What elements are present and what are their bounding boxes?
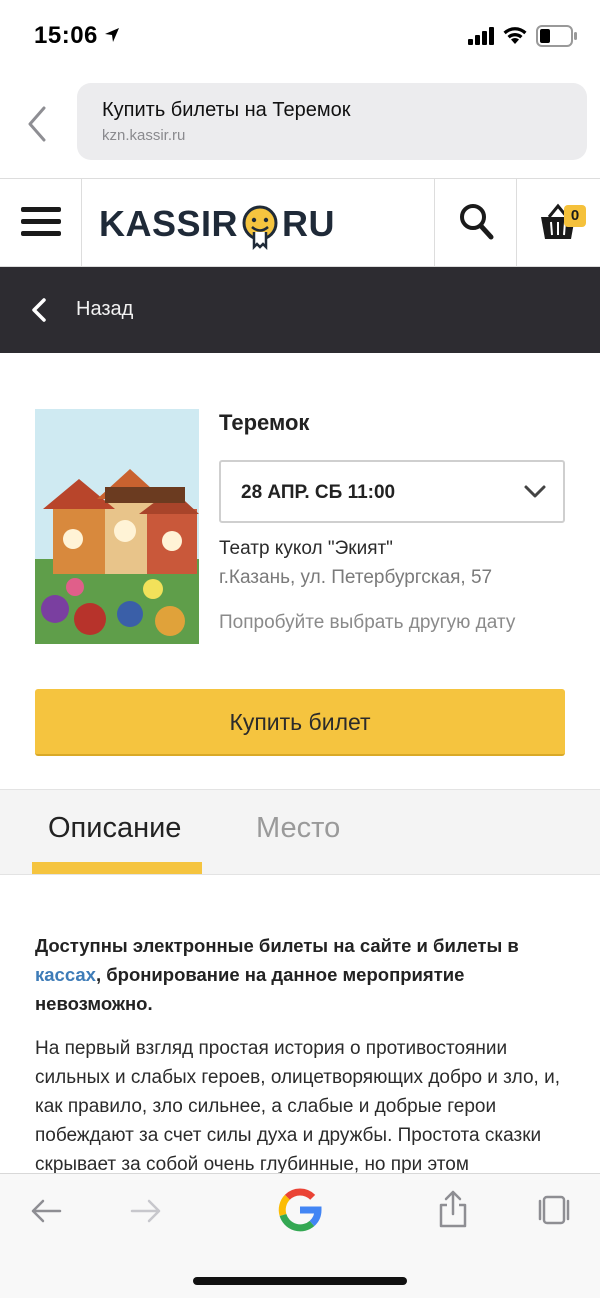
event-description: На первый взгляд простая история о проти… — [35, 1038, 560, 1175]
cart-button[interactable] — [516, 179, 600, 266]
notice-text-1: Доступны электронные билеты на сайте и б… — [35, 935, 519, 956]
browser-back-chevron-icon[interactable] — [24, 104, 54, 144]
wifi-icon — [503, 27, 527, 44]
back-label: Назад — [76, 298, 134, 320]
content-tabs: Описание Место — [0, 789, 600, 875]
location-arrow-icon — [105, 28, 119, 42]
poster-illustration — [35, 409, 199, 644]
status-bar: 15:06 — [0, 0, 600, 70]
event-title: Теремок — [219, 410, 310, 435]
search-icon — [460, 204, 494, 240]
hamburger-icon — [21, 207, 61, 237]
tab-place[interactable]: Место — [256, 812, 340, 845]
arrow-left-icon[interactable] — [30, 1198, 62, 1224]
buy-ticket-button[interactable]: Купить билет — [35, 689, 565, 756]
page-url: kzn.kassir.ru — [102, 127, 186, 144]
date-select-value: 28 АПР. СБ 11:00 — [241, 482, 396, 503]
cart-count-badge: 0 — [564, 205, 586, 227]
page-title: Купить билеты на Теремок — [102, 99, 351, 121]
event-venue: Театр кукол "Экият" — [219, 538, 393, 559]
battery-icon — [536, 25, 577, 47]
logo-text-left: KASSIR — [99, 203, 239, 244]
site-logo[interactable]: KASSIR RU — [99, 199, 336, 250]
share-icon[interactable] — [438, 1190, 468, 1228]
status-time: 15:06 — [34, 22, 98, 49]
chevron-down-icon — [524, 485, 546, 498]
notice-text-2: , бронирование на данное мероприятие нев… — [35, 964, 465, 1014]
event-poster-image — [35, 409, 199, 644]
google-icon[interactable] — [275, 1185, 325, 1235]
event-address: г.Казань, ул. Петербургская, 57 — [219, 567, 493, 588]
menu-button[interactable] — [0, 179, 82, 266]
active-tab-indicator — [32, 862, 202, 874]
search-button[interactable] — [434, 179, 516, 266]
box-office-link[interactable]: кассах — [35, 964, 96, 985]
chevron-left-icon — [32, 298, 46, 322]
home-indicator — [193, 1277, 407, 1285]
date-select[interactable]: 28 АПР. СБ 11:00 — [219, 460, 565, 523]
ticket-availability-notice: Доступны электронные билеты на сайте и б… — [35, 931, 565, 1018]
arrow-right-icon[interactable] — [130, 1198, 162, 1224]
cellular-signal-icon — [468, 27, 494, 45]
other-date-hint: Попробуйте выбрать другую дату — [219, 612, 516, 633]
tabs-icon[interactable] — [536, 1194, 572, 1226]
logo-text-right: RU — [282, 203, 336, 244]
address-bar[interactable]: Купить билеты на Теремок kzn.kassir.ru — [77, 83, 587, 160]
tab-description[interactable]: Описание — [48, 812, 181, 845]
site-header: KASSIR RU — [0, 178, 600, 267]
back-nav-bar[interactable]: Назад — [0, 267, 600, 353]
smiley-ticket-icon — [242, 205, 278, 250]
